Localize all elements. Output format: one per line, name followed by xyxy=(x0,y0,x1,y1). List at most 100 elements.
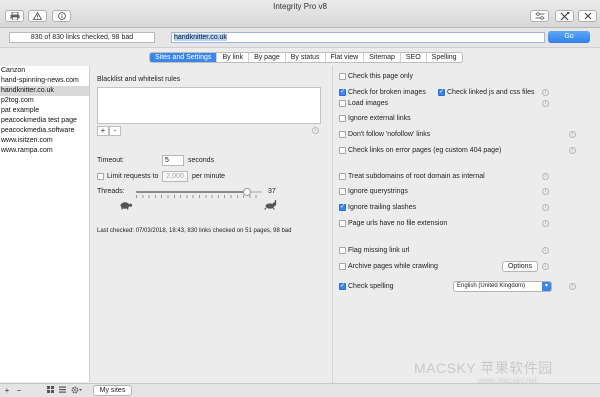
rules-label: Blacklist and whitelist rules xyxy=(97,76,181,83)
ignore-trailing-slashes-checkbox[interactable]: ✓ xyxy=(339,204,346,211)
option-label: Ignore querystrings xyxy=(348,188,408,195)
threads-value: 37 xyxy=(268,188,276,195)
check-spelling-checkbox[interactable]: ✓ xyxy=(339,283,346,290)
tab-seo[interactable]: SEO xyxy=(401,53,427,62)
info-icon[interactable] xyxy=(52,10,71,22)
panel-divider xyxy=(332,66,333,383)
spelling-language-select[interactable]: English (United Kingdom) ▾ xyxy=(453,281,552,292)
option-label: Don't follow 'nofollow' links xyxy=(348,131,431,138)
settings-icon[interactable] xyxy=(555,10,574,22)
remove-site-button[interactable]: − xyxy=(15,386,23,395)
option-label: Flag missing link url xyxy=(348,247,410,254)
filter-icon[interactable] xyxy=(530,10,549,22)
url-value: handknitter.co.uk xyxy=(174,34,227,41)
option-label: Page urls have no file extension xyxy=(348,220,448,227)
warning-icon[interactable] xyxy=(28,10,47,22)
info-icon[interactable]: i xyxy=(542,263,549,270)
limit-requests-input[interactable]: 2,000 xyxy=(162,171,188,182)
threads-slider-knob[interactable] xyxy=(242,188,251,196)
archive-pages-checkbox[interactable] xyxy=(339,263,346,270)
site-item[interactable]: www.rampa.com xyxy=(0,146,89,156)
option-label: Check spelling xyxy=(348,283,394,290)
info-icon[interactable]: i xyxy=(542,100,549,107)
check-broken-images-checkbox[interactable]: ✓ xyxy=(339,89,346,96)
info-icon[interactable]: i xyxy=(569,131,576,138)
info-icon[interactable]: i xyxy=(569,147,576,154)
site-item[interactable]: hand-spinning-news.com xyxy=(0,76,89,86)
info-icon[interactable]: i xyxy=(542,204,549,211)
list-view-icon[interactable] xyxy=(58,386,67,395)
chevron-down-icon: ▾ xyxy=(542,282,551,291)
info-icon[interactable]: i xyxy=(569,283,576,290)
option-label: Archive pages while crawling xyxy=(348,263,438,270)
spelling-language-value: English (United Kingdom) xyxy=(457,283,526,289)
site-item[interactable]: peacockmedia.software xyxy=(0,126,89,136)
timeout-label: Timeout: xyxy=(97,157,124,164)
tab-sitemap[interactable]: Sitemap xyxy=(364,53,401,62)
option-label: Treat subdomains of root domain as inter… xyxy=(348,173,485,180)
limit-requests-checkbox[interactable] xyxy=(97,173,104,180)
url-input[interactable]: handknitter.co.uk xyxy=(171,32,545,43)
option-label: Check links on error pages (eg custom 40… xyxy=(348,147,502,154)
my-sites-button[interactable]: My sites xyxy=(93,385,132,396)
treat-subdomains-internal-checkbox[interactable] xyxy=(339,173,346,180)
turtle-icon xyxy=(119,201,133,212)
ignore-external-links-checkbox[interactable] xyxy=(339,115,346,122)
grid-view-icon[interactable] xyxy=(46,386,55,395)
tab-by-link[interactable]: By link xyxy=(217,53,250,62)
last-checked-text: Last checked: 07/03/2018, 18:43, 830 lin… xyxy=(97,228,292,234)
option-label: Check for broken images xyxy=(348,89,426,96)
option-label: Check linked js and css files xyxy=(447,89,535,96)
timeout-input[interactable]: 5 xyxy=(162,155,184,166)
load-images-checkbox[interactable] xyxy=(339,100,346,107)
site-item[interactable]: pat example xyxy=(0,106,89,116)
check-this-page-only-checkbox[interactable] xyxy=(339,73,346,80)
site-list: Canzon hand-spinning-news.com handknitte… xyxy=(0,66,90,382)
option-label: Ignore external links xyxy=(348,115,411,122)
tab-by-page[interactable]: By page xyxy=(249,53,286,62)
page-urls-no-extension-checkbox[interactable] xyxy=(339,220,346,227)
rabbit-icon xyxy=(264,199,278,212)
info-icon[interactable]: i xyxy=(312,127,319,134)
archive-options-button[interactable]: Options xyxy=(502,261,538,272)
printer-icon[interactable] xyxy=(5,10,24,22)
site-item[interactable]: peacockmedia test page xyxy=(0,116,89,126)
dont-follow-nofollow-checkbox[interactable] xyxy=(339,131,346,138)
timeout-unit: seconds xyxy=(188,157,215,164)
gear-icon[interactable] xyxy=(70,386,84,395)
site-item[interactable]: p2tog.com xyxy=(0,96,89,106)
address-row: 830 of 830 links checked, 98 bad handkni… xyxy=(0,28,600,48)
info-icon[interactable]: i xyxy=(542,89,549,96)
tab-by-status[interactable]: By status xyxy=(286,53,326,62)
window-title: Integrity Pro v8 xyxy=(273,2,327,11)
tab-flat-view[interactable]: Flat view xyxy=(326,53,365,62)
site-item[interactable]: www.isitzen.com xyxy=(0,136,89,146)
title-bar: Integrity Pro v8 xyxy=(0,0,600,28)
rules-textarea[interactable] xyxy=(97,87,321,124)
info-icon[interactable]: i xyxy=(542,188,549,195)
remove-rule-button[interactable]: - xyxy=(109,126,121,136)
tab-spelling[interactable]: Spelling xyxy=(427,53,462,62)
info-icon[interactable]: i xyxy=(542,247,549,254)
info-icon[interactable]: i xyxy=(542,173,549,180)
bottom-bar: + − My sites xyxy=(0,383,600,397)
site-item[interactable]: Canzon xyxy=(0,66,89,76)
option-label: Load images xyxy=(348,100,389,107)
add-rule-button[interactable]: + xyxy=(97,126,109,136)
close-icon[interactable] xyxy=(578,10,597,22)
check-links-on-error-pages-checkbox[interactable] xyxy=(339,147,346,154)
tab-sites-settings[interactable]: Sites and Settings xyxy=(150,53,218,62)
check-linked-js-css-checkbox[interactable]: ✓ xyxy=(438,89,445,96)
flag-missing-link-url-checkbox[interactable] xyxy=(339,247,346,254)
limit-requests-unit: per minute xyxy=(192,173,226,180)
site-item[interactable]: handknitter.co.uk xyxy=(0,86,89,96)
limit-requests-label: Limit requests to xyxy=(107,173,159,180)
option-label: Check this page only xyxy=(348,73,413,80)
ignore-querystrings-checkbox[interactable] xyxy=(339,188,346,195)
threads-slider-fill xyxy=(136,191,247,193)
view-tabs: Sites and Settings By link By page By st… xyxy=(149,52,463,63)
status-summary: 830 of 830 links checked, 98 bad xyxy=(9,32,155,43)
go-button[interactable]: Go xyxy=(548,31,590,43)
info-icon[interactable]: i xyxy=(542,220,549,227)
add-site-button[interactable]: + xyxy=(3,386,11,395)
